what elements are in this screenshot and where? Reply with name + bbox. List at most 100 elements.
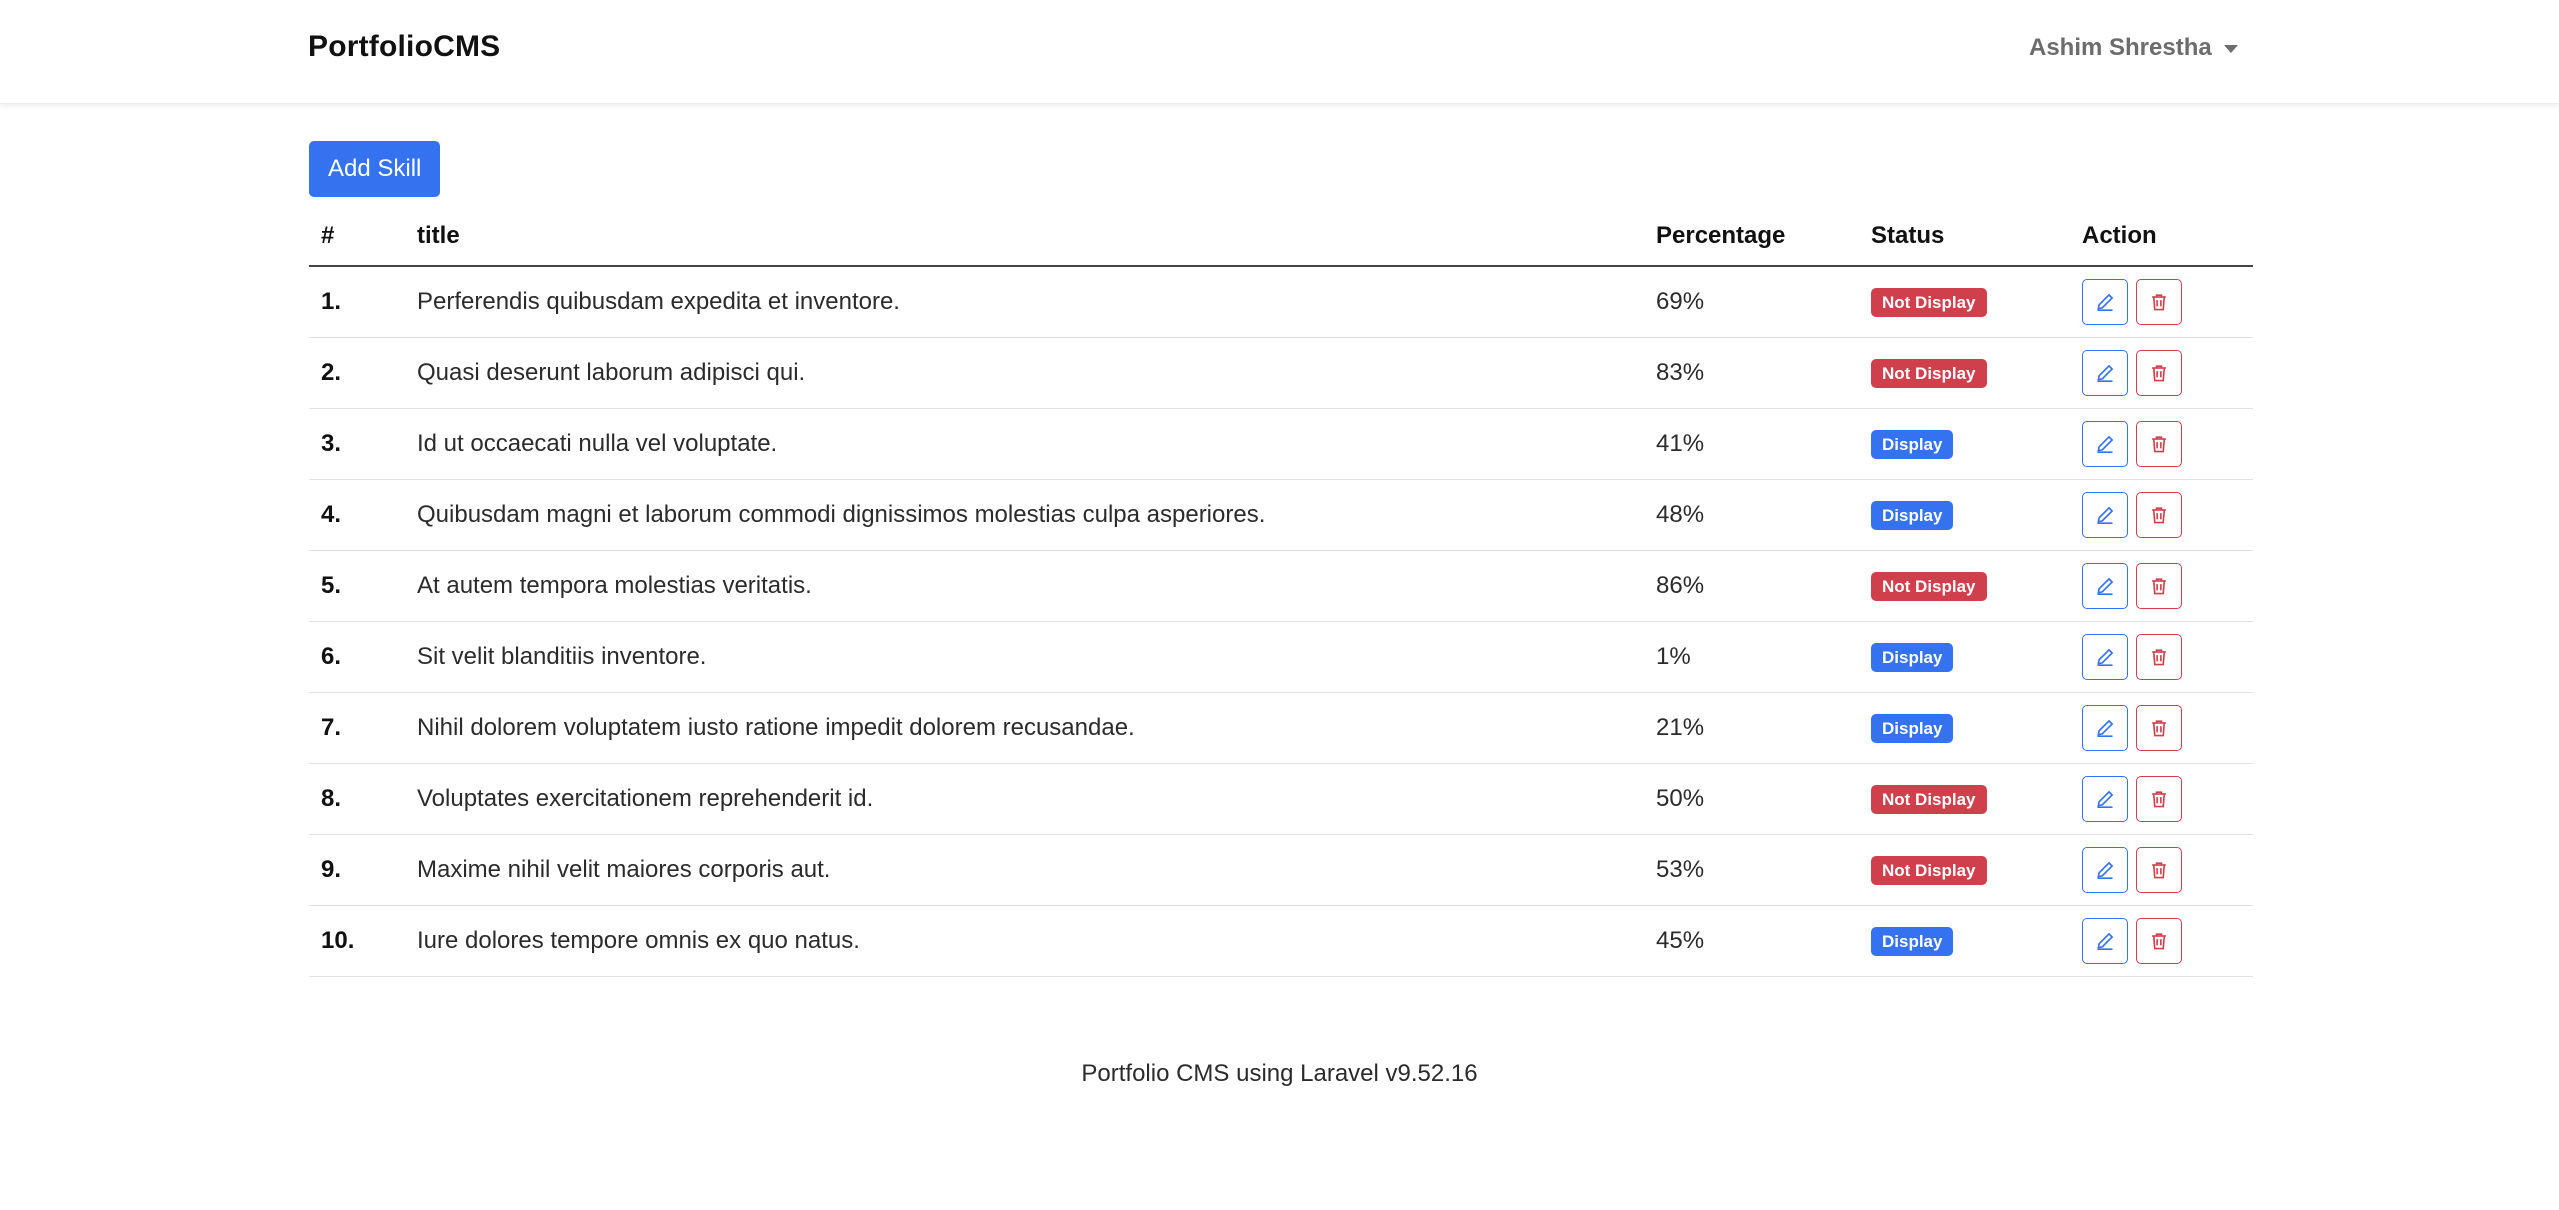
row-status-cell: Not Display <box>1859 550 2070 622</box>
row-percentage: 1% <box>1644 621 1859 693</box>
chevron-down-icon <box>2223 45 2238 53</box>
delete-button[interactable] <box>2136 492 2182 538</box>
pencil-icon <box>2095 576 2115 596</box>
main-content: Add Skill # title Percentage Status Acti… <box>309 141 2253 977</box>
status-badge: Not Display <box>1871 785 1987 814</box>
trash-icon <box>2149 789 2169 809</box>
header-title: title <box>405 207 1644 267</box>
row-percentage: 53% <box>1644 834 1859 906</box>
row-actions <box>2070 621 2253 693</box>
status-badge: Display <box>1871 430 1954 459</box>
table-row: 5. At autem tempora molestias veritatis. 8… <box>309 550 2253 622</box>
table-row: 2. Quasi deserunt laborum adipisci qui. 83… <box>309 337 2253 409</box>
status-badge: Not Display <box>1871 572 1987 601</box>
edit-button[interactable] <box>2082 492 2128 538</box>
pencil-icon <box>2095 718 2115 738</box>
row-actions <box>2070 479 2253 551</box>
row-actions <box>2070 408 2253 480</box>
delete-button[interactable] <box>2136 421 2182 467</box>
row-title: Perferendis quibusdam expedita et invent… <box>405 266 1644 338</box>
row-number: 8. <box>309 763 405 835</box>
pencil-icon <box>2095 860 2115 880</box>
row-status-cell: Not Display <box>1859 763 2070 835</box>
row-number: 9. <box>309 834 405 906</box>
edit-button[interactable] <box>2082 634 2128 680</box>
edit-button[interactable] <box>2082 705 2128 751</box>
row-status-cell: Display <box>1859 905 2070 977</box>
row-title: Maxime nihil velit maiores corporis aut. <box>405 834 1644 906</box>
skills-table: # title Percentage Status Action 1. Perfe… <box>309 207 2253 977</box>
table-body: 1. Perferendis quibusdam expedita et inve… <box>309 266 2253 977</box>
row-status-cell: Display <box>1859 692 2070 764</box>
pencil-icon <box>2095 363 2115 383</box>
edit-button[interactable] <box>2082 776 2128 822</box>
delete-button[interactable] <box>2136 705 2182 751</box>
row-title: At autem tempora molestias veritatis. <box>405 550 1644 622</box>
edit-button[interactable] <box>2082 421 2128 467</box>
trash-icon <box>2149 363 2169 383</box>
row-percentage: 21% <box>1644 692 1859 764</box>
row-title: Id ut occaecati nulla vel voluptate. <box>405 408 1644 480</box>
table-row: 10. Iure dolores tempore omnis ex quo nat… <box>309 905 2253 977</box>
row-actions <box>2070 834 2253 906</box>
status-badge: Display <box>1871 501 1954 530</box>
header-action: Action <box>2070 207 2253 267</box>
user-name: Ashim Shrestha <box>2029 34 2212 61</box>
status-badge: Not Display <box>1871 856 1987 885</box>
add-skill-button[interactable]: Add Skill <box>309 141 441 197</box>
table-row: 6. Sit velit blanditiis inventore. 1% Displ… <box>309 621 2253 693</box>
row-percentage: 41% <box>1644 408 1859 480</box>
pencil-icon <box>2095 292 2115 312</box>
header-number: # <box>309 207 405 267</box>
table-row: 8. Voluptates exercitationem reprehenderi… <box>309 763 2253 835</box>
delete-button[interactable] <box>2136 350 2182 396</box>
delete-button[interactable] <box>2136 634 2182 680</box>
table-row: 1. Perferendis quibusdam expedita et inve… <box>309 266 2253 338</box>
trash-icon <box>2149 505 2169 525</box>
user-menu-toggle[interactable]: Ashim Shrestha <box>2029 34 2238 62</box>
edit-button[interactable] <box>2082 350 2128 396</box>
header-status: Status <box>1859 207 2070 267</box>
table-row: 7. Nihil dolorem voluptatem iusto ratione… <box>309 692 2253 764</box>
trash-icon <box>2149 576 2169 596</box>
row-status-cell: Display <box>1859 408 2070 480</box>
delete-button[interactable] <box>2136 776 2182 822</box>
row-number: 4. <box>309 479 405 551</box>
top-navbar: PortfolioCMS Ashim Shrestha <box>0 0 2559 104</box>
row-number: 2. <box>309 337 405 409</box>
table-row: 3. Id ut occaecati nulla vel voluptate. 41… <box>309 408 2253 480</box>
row-number: 5. <box>309 550 405 622</box>
delete-button[interactable] <box>2136 847 2182 893</box>
pencil-icon <box>2095 789 2115 809</box>
trash-icon <box>2149 860 2169 880</box>
row-actions <box>2070 763 2253 835</box>
delete-button[interactable] <box>2136 279 2182 325</box>
status-badge: Display <box>1871 643 1954 672</box>
row-number: 1. <box>309 266 405 338</box>
edit-button[interactable] <box>2082 918 2128 964</box>
row-title: Iure dolores tempore omnis ex quo natus. <box>405 905 1644 977</box>
trash-icon <box>2149 434 2169 454</box>
delete-button[interactable] <box>2136 918 2182 964</box>
row-percentage: 48% <box>1644 479 1859 551</box>
pencil-icon <box>2095 505 2115 525</box>
row-percentage: 69% <box>1644 266 1859 338</box>
brand-logo[interactable]: PortfolioCMS <box>308 30 500 64</box>
header-percentage: Percentage <box>1644 207 1859 267</box>
status-badge: Display <box>1871 714 1954 743</box>
row-actions <box>2070 692 2253 764</box>
delete-button[interactable] <box>2136 563 2182 609</box>
edit-button[interactable] <box>2082 563 2128 609</box>
row-number: 3. <box>309 408 405 480</box>
edit-button[interactable] <box>2082 847 2128 893</box>
row-status-cell: Display <box>1859 621 2070 693</box>
pencil-icon <box>2095 647 2115 667</box>
row-actions <box>2070 337 2253 409</box>
row-number: 10. <box>309 905 405 977</box>
row-actions <box>2070 905 2253 977</box>
row-status-cell: Display <box>1859 479 2070 551</box>
row-percentage: 83% <box>1644 337 1859 409</box>
row-number: 6. <box>309 621 405 693</box>
edit-button[interactable] <box>2082 279 2128 325</box>
row-actions <box>2070 550 2253 622</box>
